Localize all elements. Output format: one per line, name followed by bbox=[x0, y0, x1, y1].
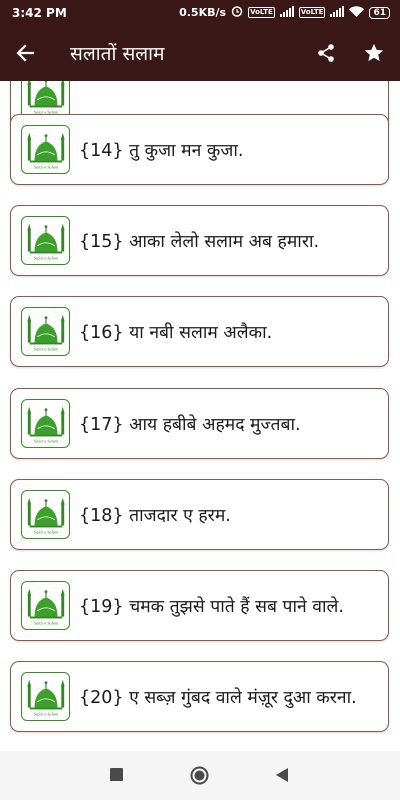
favorite-button[interactable] bbox=[350, 25, 398, 81]
share-button[interactable] bbox=[302, 25, 350, 81]
app-bar: सलातों सलाम bbox=[0, 25, 400, 81]
star-icon bbox=[364, 43, 384, 62]
svg-text:Salat o Salam: Salat o Salam bbox=[33, 620, 57, 625]
status-icons: 0.5KB/s VoLTE VoLTE 61 bbox=[179, 5, 390, 20]
list-item[interactable]: Salat o Salam {16} या नबी सलाम अलैका. bbox=[10, 296, 389, 367]
home-button[interactable] bbox=[190, 766, 209, 785]
system-nav-bar bbox=[0, 751, 400, 800]
mosque-icon: Salat o Salam bbox=[21, 672, 70, 721]
mosque-icon: Salat o Salam bbox=[21, 581, 70, 630]
share-icon bbox=[318, 44, 334, 62]
list-item[interactable]: Salat o Salam {18} ताजदार ए हरम. bbox=[10, 479, 389, 550]
list-item-label: {16} या नबी सलाम अलैका. bbox=[79, 322, 273, 343]
volte-badge: VoLTE bbox=[248, 7, 275, 18]
salam-list[interactable]: Salat o Salam Salat o Salam {14} तु कुजा म… bbox=[0, 81, 400, 751]
square-icon bbox=[110, 768, 123, 781]
list-item-label: {15} आका लेलो सलाम अब हमारा. bbox=[79, 231, 320, 252]
wifi-icon bbox=[349, 5, 365, 20]
circle-icon bbox=[190, 766, 209, 785]
svg-text:Salat o Salam: Salat o Salam bbox=[33, 529, 57, 534]
list-item[interactable]: Salat o Salam {17} आय हबीबे अहमद मुज्तबा. bbox=[10, 388, 389, 459]
battery-indicator: 61 bbox=[369, 6, 390, 19]
svg-text:Salat o Salam: Salat o Salam bbox=[33, 346, 57, 351]
svg-text:Salat o Salam: Salat o Salam bbox=[33, 711, 57, 716]
page-title: सलातों सलाम bbox=[70, 43, 165, 65]
alarm-icon bbox=[231, 5, 243, 20]
mosque-icon: Salat o Salam bbox=[21, 307, 70, 356]
mosque-icon: Salat o Salam bbox=[21, 216, 70, 265]
list-item-label: {17} आय हबीबे अहमद मुज्तबा. bbox=[79, 414, 301, 435]
arrow-left-icon bbox=[16, 44, 35, 62]
svg-text:Salat o Salam: Salat o Salam bbox=[33, 438, 57, 443]
svg-text:Salat o Salam: Salat o Salam bbox=[33, 255, 57, 260]
back-button[interactable] bbox=[0, 25, 50, 81]
status-time: 3:42 PM bbox=[12, 5, 67, 20]
nav-back-button[interactable] bbox=[276, 768, 288, 782]
list-item[interactable]: Salat o Salam {20} ए सब्ज़ गुंबद वाले मंज… bbox=[10, 661, 389, 732]
recents-button[interactable] bbox=[110, 768, 123, 781]
list-item-label: {18} ताजदार ए हरम. bbox=[79, 505, 231, 526]
mosque-icon: Salat o Salam bbox=[21, 399, 70, 448]
list-item[interactable]: Salat o Salam {14} तु कुजा मन कुजा. bbox=[10, 114, 389, 185]
list-item-label: {19} चमक तुझसे पाते हैं सब पाने वाले. bbox=[79, 596, 344, 617]
mosque-icon: Salat o Salam bbox=[21, 490, 70, 539]
list-item-label: {14} तु कुजा मन कुजा. bbox=[79, 140, 244, 161]
list-item[interactable]: Salat o Salam {15} आका लेलो सलाम अब हमारा… bbox=[10, 205, 389, 276]
status-bar: 3:42 PM 0.5KB/s VoLTE VoLTE 61 bbox=[0, 0, 400, 25]
svg-text:Salat o Salam: Salat o Salam bbox=[33, 164, 57, 169]
list-item[interactable]: Salat o Salam {19} चमक तुझसे पाते हैं सब … bbox=[10, 570, 389, 641]
mosque-icon: Salat o Salam bbox=[21, 125, 70, 174]
signal-icon-2 bbox=[330, 5, 345, 20]
network-speed: 0.5KB/s bbox=[179, 6, 227, 19]
signal-icon bbox=[279, 5, 294, 20]
triangle-back-icon bbox=[276, 768, 288, 782]
list-item-label: {20} ए सब्ज़ गुंबद वाले मंज़ूर दुआ करना. bbox=[79, 687, 357, 708]
volte-badge-2: VoLTE bbox=[298, 7, 326, 18]
